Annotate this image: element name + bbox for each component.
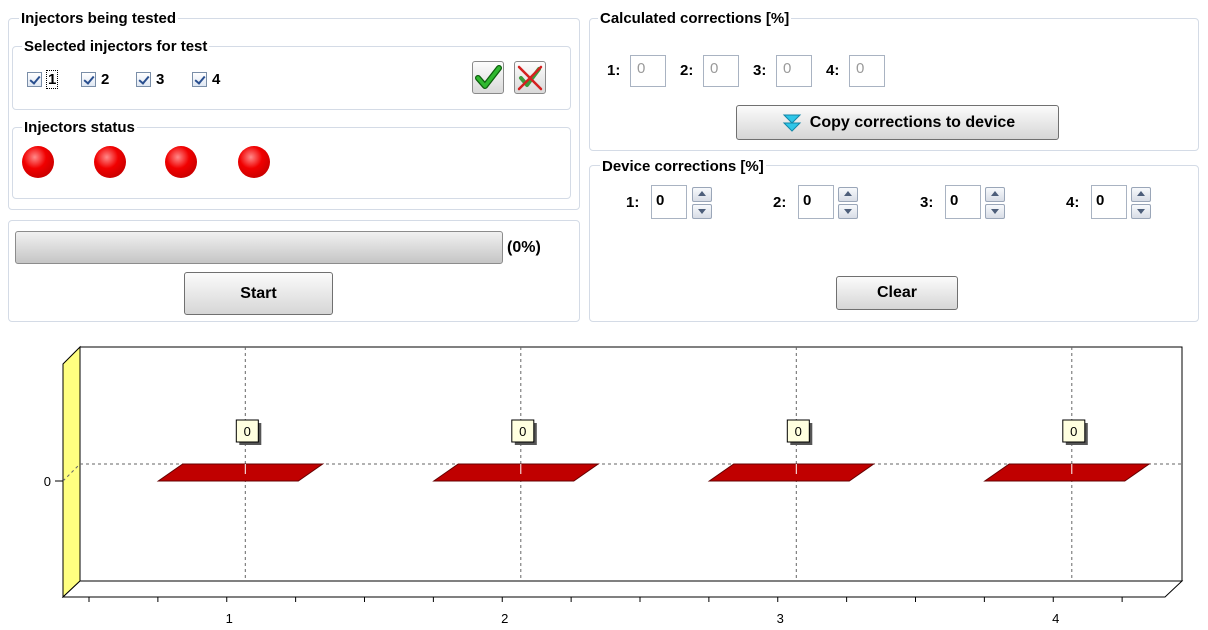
selected-injectors-title: Selected injectors for test (22, 38, 210, 56)
calc-correction-field-4: 0 (849, 55, 885, 87)
x-tick-label: 1 (226, 611, 233, 626)
calculated-corrections-title: Calculated corrections [%] (598, 10, 792, 28)
device-correction-input-2[interactable]: 0 (798, 185, 834, 219)
checkbox-checked-icon (81, 71, 96, 87)
calc-correction-label-2: 2: (680, 62, 694, 79)
bar-2 (432, 463, 600, 482)
spin-down-icon[interactable] (838, 204, 858, 219)
x-tick-label: 4 (1052, 611, 1059, 626)
injectors-status-title: Injectors status (22, 119, 137, 137)
device-correction-label-2: 2: (773, 194, 787, 211)
copy-corrections-button[interactable]: Copy corrections to device (736, 105, 1059, 140)
injector-status-led-3 (165, 146, 197, 178)
calc-correction-label-1: 1: (607, 62, 621, 79)
device-correction-label-3: 3: (920, 194, 934, 211)
chart-floor (61, 580, 1184, 598)
test-progress-bar (15, 231, 503, 264)
injector-status-led-1 (22, 146, 54, 178)
calc-correction-field-3: 0 (776, 55, 812, 87)
spin-up-icon[interactable] (838, 187, 858, 202)
device-correction-label-1: 1: (626, 194, 640, 211)
device-correction-input-1[interactable]: 0 (651, 185, 687, 219)
injector-checkbox-label: 1 (45, 69, 59, 89)
injectors-tested-title: Injectors being tested (19, 10, 179, 28)
device-correction-spinner-1[interactable] (692, 187, 712, 219)
data-label: 0 (244, 424, 251, 439)
spin-up-icon[interactable] (985, 187, 1005, 202)
device-corrections-title: Device corrections [%] (600, 158, 766, 176)
y-tick-label: 0 (44, 474, 51, 489)
device-correction-spinner-3[interactable] (985, 187, 1005, 219)
spin-down-icon[interactable] (985, 204, 1005, 219)
device-correction-input-3[interactable]: 0 (945, 185, 981, 219)
device-correction-spinner-2[interactable] (838, 187, 858, 219)
progress-percent-label: (0%) (507, 239, 541, 256)
bar-4 (983, 463, 1151, 482)
checkbox-checked-icon (27, 71, 42, 87)
x-tick-label: 2 (501, 611, 508, 626)
green-check-icon (475, 65, 502, 89)
device-correction-label-4: 4: (1066, 194, 1080, 211)
bar-3 (707, 463, 876, 482)
calc-correction-label-4: 4: (826, 62, 840, 79)
injector-status-led-4 (238, 146, 270, 178)
data-label: 0 (1070, 424, 1077, 439)
checkbox-checked-icon (192, 71, 207, 87)
injector-checkbox-label: 2 (101, 70, 110, 88)
injector-status-led-2 (94, 146, 126, 178)
calc-correction-field-2: 0 (703, 55, 739, 87)
spin-down-icon[interactable] (692, 204, 712, 219)
checkbox-checked-icon (136, 71, 151, 87)
injector-checkbox-label: 3 (156, 70, 165, 88)
corrections-chart: 0 0 0 0 0 1 2 3 4 (44, 345, 1184, 626)
calc-correction-label-3: 3: (753, 62, 767, 79)
injector-checkbox-2[interactable]: 2 (81, 68, 109, 90)
double-chevron-down-icon (782, 114, 802, 132)
spin-up-icon[interactable] (692, 187, 712, 202)
start-button[interactable]: Start (184, 272, 333, 315)
device-correction-input-4[interactable]: 0 (1091, 185, 1127, 219)
device-correction-spinner-4[interactable] (1131, 187, 1151, 219)
copy-corrections-label: Copy corrections to device (809, 113, 1016, 131)
injector-checkbox-3[interactable]: 3 (136, 68, 164, 90)
injector-checkbox-4[interactable]: 4 (192, 68, 220, 90)
deselect-all-button[interactable] (514, 61, 546, 94)
spin-down-icon[interactable] (1131, 204, 1151, 219)
injector-checkbox-1[interactable]: 1 (27, 68, 59, 90)
calc-correction-field-1: 0 (630, 55, 666, 87)
data-label: 0 (519, 424, 526, 439)
injector-checkbox-label: 4 (212, 70, 221, 88)
bar-1 (156, 463, 325, 482)
data-label: 0 (795, 424, 802, 439)
clear-button[interactable]: Clear (836, 276, 958, 310)
x-tick-label: 3 (777, 611, 784, 626)
spin-up-icon[interactable] (1131, 187, 1151, 202)
clear-selection-icon (517, 65, 543, 91)
select-all-button[interactable] (472, 61, 504, 94)
